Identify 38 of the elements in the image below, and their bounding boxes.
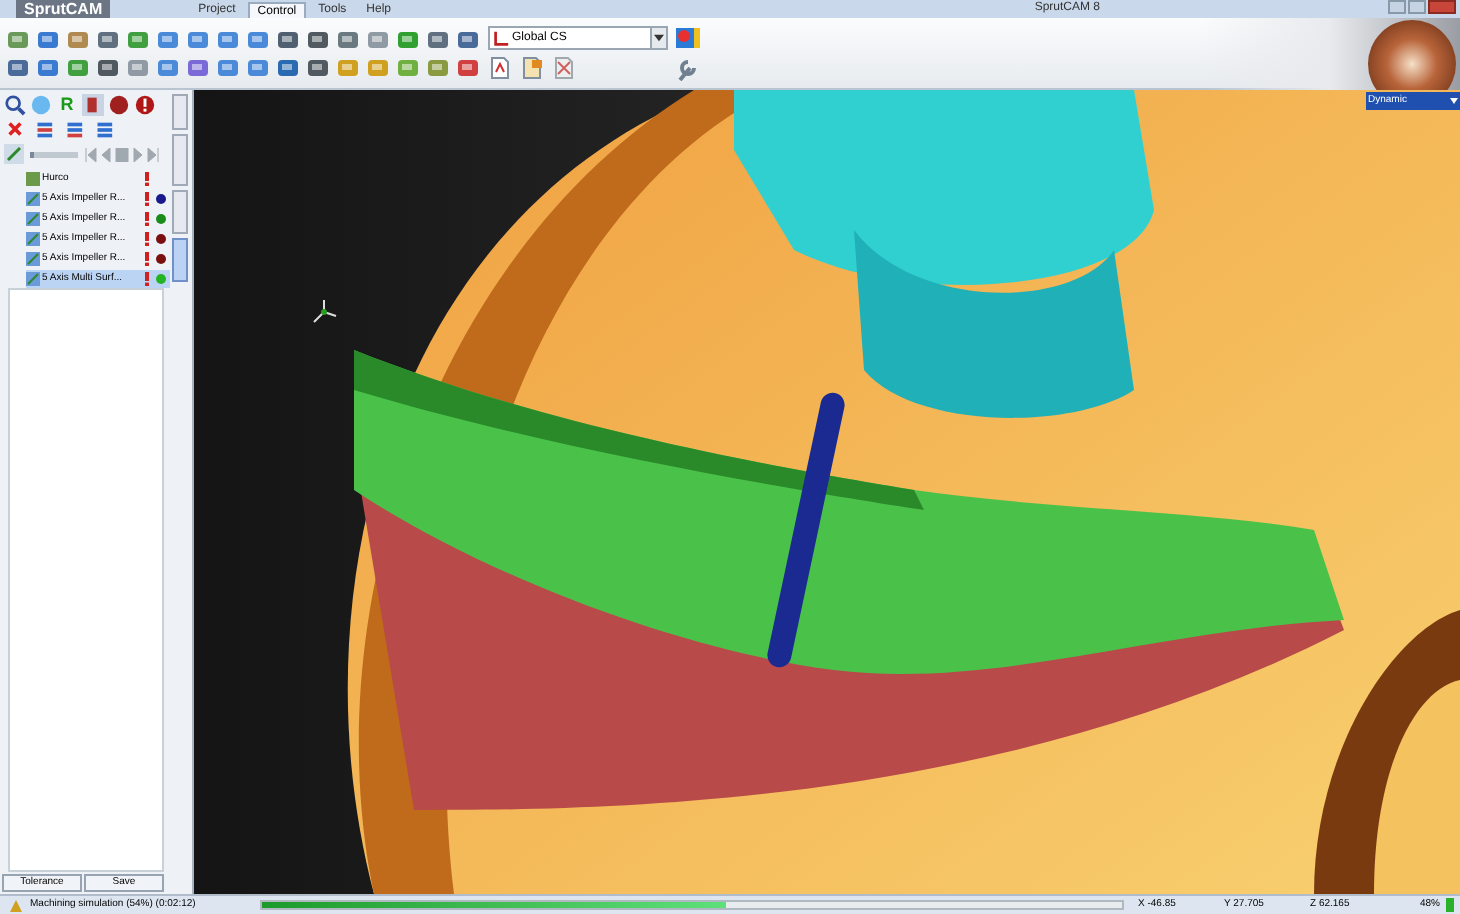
- battery-icon: [1446, 898, 1454, 912]
- zoom-icon[interactable]: [4, 94, 26, 116]
- operation-icon: [26, 252, 40, 266]
- delete-icon[interactable]: [6, 120, 24, 138]
- warning-icon: [144, 272, 150, 286]
- side-tab[interactable]: [172, 190, 188, 234]
- operation-icon: [26, 192, 40, 206]
- caret-icon: [1450, 98, 1458, 104]
- color-map-icon[interactable]: [674, 25, 702, 49]
- document-icon[interactable]: [488, 56, 512, 80]
- minimize-button[interactable]: [1388, 0, 1406, 14]
- warning-icon: [144, 172, 150, 186]
- operation-icon: [26, 272, 40, 286]
- warning-icon: [144, 212, 150, 226]
- caret-icon: [654, 34, 664, 42]
- side-tab[interactable]: [172, 238, 188, 282]
- operation-icon: [26, 212, 40, 226]
- document-icon[interactable]: [520, 56, 544, 80]
- operation-icon: [26, 232, 40, 246]
- list-icon[interactable]: [92, 120, 114, 140]
- warning-icon: [144, 232, 150, 246]
- folder-icon: [26, 172, 40, 186]
- warning-icon: [144, 252, 150, 266]
- speed-slider[interactable]: [30, 151, 78, 157]
- close-button[interactable]: [1428, 0, 1456, 14]
- warning-icon[interactable]: [134, 94, 156, 116]
- badge-icon[interactable]: [108, 94, 130, 116]
- pencil-icon[interactable]: [4, 144, 24, 164]
- maximize-button[interactable]: [1408, 0, 1426, 14]
- side-tab[interactable]: [172, 94, 188, 130]
- document-delete-icon[interactable]: [552, 56, 576, 80]
- list-down-icon[interactable]: [62, 120, 84, 140]
- playback-controls-icon[interactable]: [84, 147, 160, 161]
- side-tab[interactable]: [172, 134, 188, 186]
- app-logo: SprutCAM: [16, 0, 111, 18]
- warning-icon: [144, 192, 150, 206]
- list-up-icon[interactable]: [32, 120, 54, 140]
- wrench-icon[interactable]: [674, 57, 698, 81]
